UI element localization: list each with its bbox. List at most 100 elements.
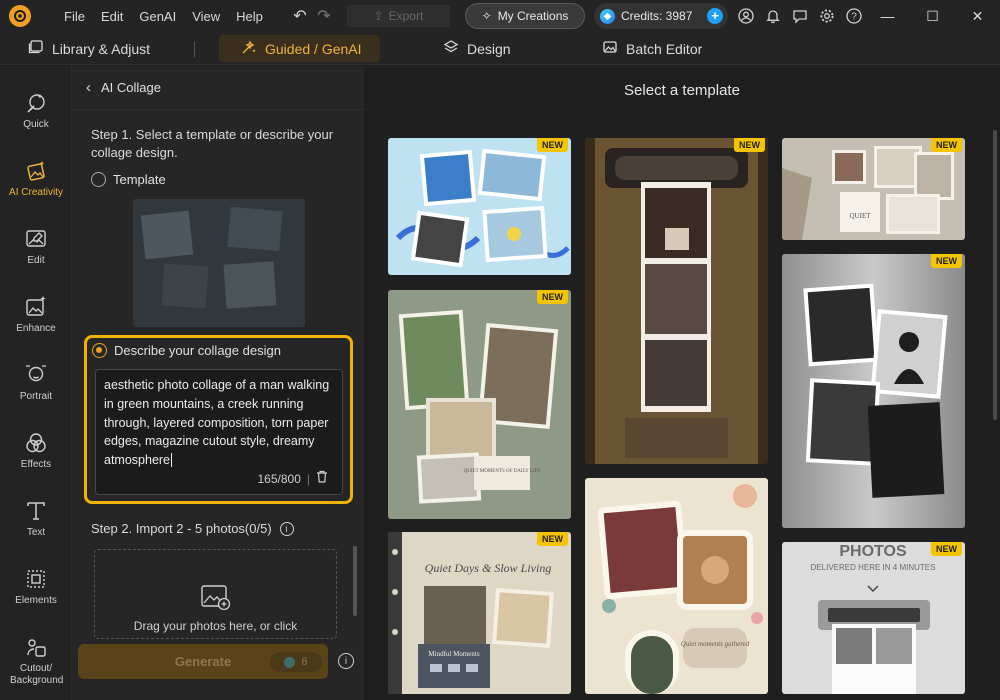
rail-label: Cutout/ Background bbox=[10, 662, 64, 686]
template-thumbnail[interactable]: QUIET NEW bbox=[782, 138, 965, 240]
notification-bell-icon[interactable] bbox=[763, 6, 783, 26]
rail-item-ai-creativity[interactable]: AI Creativity bbox=[0, 148, 72, 208]
template-thumbnail[interactable]: PHOTOS DELIVERED HERE IN 4 MINUTES NEW bbox=[782, 542, 965, 694]
rail-item-text[interactable]: Text bbox=[0, 488, 72, 548]
tab-guided-label: Guided / GenAI bbox=[265, 40, 362, 57]
generate-cost-badge: 6 bbox=[270, 652, 322, 672]
credits-pill[interactable]: ◆ Credits: 3987 + bbox=[594, 3, 728, 29]
template-thumbnail[interactable]: NEW bbox=[782, 254, 965, 528]
template-gallery: Select a template NEW QUIET MOMENTS OF D… bbox=[364, 66, 1000, 700]
describe-option[interactable]: Describe your collage design bbox=[92, 343, 281, 358]
undo-icon[interactable]: ↶ bbox=[289, 5, 311, 27]
panel-scrollbar[interactable] bbox=[353, 546, 357, 616]
panel-header: ‹ AI Collage bbox=[72, 66, 364, 110]
redo-icon[interactable]: ↷ bbox=[313, 5, 335, 27]
back-chevron-icon[interactable]: ‹ bbox=[86, 79, 91, 96]
main-tabs: Library & Adjust Guided / GenAI Design B… bbox=[0, 32, 1000, 65]
new-badge: NEW bbox=[537, 290, 568, 304]
add-credits-button[interactable]: + bbox=[707, 8, 723, 24]
tab-design[interactable]: Design bbox=[443, 35, 511, 62]
menu-view[interactable]: View bbox=[184, 9, 228, 24]
magic-wand-icon bbox=[23, 90, 49, 116]
tool-rail: Quick AI Creativity Edit Enhance Portrai… bbox=[0, 66, 72, 700]
export-button[interactable]: ⇪ Export bbox=[346, 5, 450, 27]
template-caption: QUIET bbox=[850, 212, 872, 220]
menu-file[interactable]: File bbox=[56, 9, 93, 24]
template-preview[interactable] bbox=[133, 199, 305, 327]
template-caption: PHOTOS bbox=[839, 543, 907, 560]
rail-label: Quick bbox=[23, 119, 49, 130]
help-icon[interactable]: ? bbox=[844, 6, 864, 26]
effects-icon bbox=[23, 430, 49, 456]
titlebar-icons: ? bbox=[736, 6, 864, 26]
rail-label: Portrait bbox=[19, 391, 53, 402]
template-radio[interactable] bbox=[91, 172, 106, 187]
panel-title: AI Collage bbox=[101, 80, 161, 95]
template-caption: Quiet moments gathered bbox=[681, 640, 750, 648]
describe-design-box: Describe your collage design aesthetic p… bbox=[84, 335, 353, 504]
rail-item-cutout-background[interactable]: Cutout/ Background bbox=[0, 626, 72, 694]
tab-guided-genai[interactable]: Guided / GenAI bbox=[219, 35, 380, 62]
gallery-scrollbar[interactable] bbox=[993, 130, 997, 420]
template-thumbnail[interactable]: NEW bbox=[585, 138, 768, 464]
trash-icon[interactable] bbox=[316, 470, 328, 489]
edit-image-icon bbox=[23, 226, 49, 252]
template-caption: QUIET MOMENTS OF DAILY LIFE bbox=[464, 469, 541, 474]
info-icon[interactable]: i bbox=[279, 521, 294, 536]
portrait-icon bbox=[23, 362, 49, 388]
collage-prompt-textarea[interactable]: aesthetic photo collage of a man walking… bbox=[95, 369, 343, 495]
char-count: 165/800 bbox=[257, 472, 301, 487]
new-badge: NEW bbox=[931, 138, 962, 152]
maximize-icon[interactable]: ☐ bbox=[910, 0, 955, 32]
step2-label: Step 2. Import 2 - 5 photos(0/5) bbox=[91, 521, 272, 536]
dropzone-text: Drag your photos here, or click bbox=[133, 619, 298, 633]
export-label: Export bbox=[388, 9, 424, 23]
ai-collage-panel: ‹ AI Collage Step 1. Select a template o… bbox=[72, 66, 364, 700]
settings-gear-icon[interactable] bbox=[817, 6, 837, 26]
elements-icon bbox=[23, 566, 49, 592]
rail-item-portrait[interactable]: Portrait bbox=[0, 352, 72, 412]
tab-design-label: Design bbox=[467, 40, 511, 57]
rail-item-quick[interactable]: Quick bbox=[0, 80, 72, 140]
menu-help[interactable]: Help bbox=[228, 9, 271, 24]
menu-genai[interactable]: GenAI bbox=[131, 9, 184, 24]
photo-dropzone[interactable]: Drag your photos here, or click bbox=[94, 549, 337, 639]
template-option[interactable]: Template bbox=[91, 172, 166, 187]
minimize-icon[interactable]: — bbox=[865, 0, 910, 32]
sparkle-icon: ✧ bbox=[481, 9, 492, 23]
tab-batch-editor[interactable]: Batch Editor bbox=[602, 35, 702, 62]
new-badge: NEW bbox=[537, 532, 568, 546]
close-icon[interactable]: ✕ bbox=[955, 0, 1000, 32]
my-creations-label: My Creations bbox=[497, 9, 569, 23]
template-thumbnail[interactable]: NEW bbox=[388, 138, 571, 275]
feedback-icon[interactable] bbox=[790, 6, 810, 26]
template-thumbnail[interactable]: Quiet Days & Slow Living Mindful Moments… bbox=[388, 532, 571, 694]
template-thumbnail[interactable]: QUIET MOMENTS OF DAILY LIFE NEW bbox=[388, 290, 571, 519]
rail-label: Edit bbox=[27, 255, 45, 266]
credit-gem-icon: ◆ bbox=[600, 8, 615, 24]
generate-button[interactable]: Generate 6 bbox=[78, 644, 328, 679]
rail-item-enhance[interactable]: Enhance bbox=[0, 284, 72, 344]
gallery-title: Select a template bbox=[624, 82, 740, 99]
new-badge: NEW bbox=[931, 542, 962, 556]
template-thumbnail[interactable]: Quiet moments gathered bbox=[585, 478, 768, 694]
rail-label: Text bbox=[26, 527, 46, 538]
layers-icon bbox=[443, 39, 459, 58]
generate-info-icon[interactable]: i bbox=[338, 653, 354, 669]
tab-library-adjust[interactable]: Library & Adjust bbox=[28, 35, 150, 62]
my-creations-button[interactable]: ✧ My Creations bbox=[465, 3, 585, 29]
add-image-icon bbox=[200, 584, 231, 613]
credits-label: Credits: 3987 bbox=[621, 9, 693, 23]
rail-item-elements[interactable]: Elements bbox=[0, 556, 72, 616]
new-badge: NEW bbox=[931, 254, 962, 268]
account-icon[interactable] bbox=[736, 6, 756, 26]
describe-radio[interactable] bbox=[92, 343, 107, 358]
rail-item-edit[interactable]: Edit bbox=[0, 216, 72, 276]
text-icon bbox=[23, 498, 49, 524]
menu-edit[interactable]: Edit bbox=[93, 9, 131, 24]
rail-label: Enhance bbox=[16, 323, 56, 334]
rail-label: AI Creativity bbox=[9, 187, 63, 198]
new-badge: NEW bbox=[734, 138, 765, 152]
rail-item-effects[interactable]: Effects bbox=[0, 420, 72, 480]
tab-divider bbox=[194, 41, 195, 57]
